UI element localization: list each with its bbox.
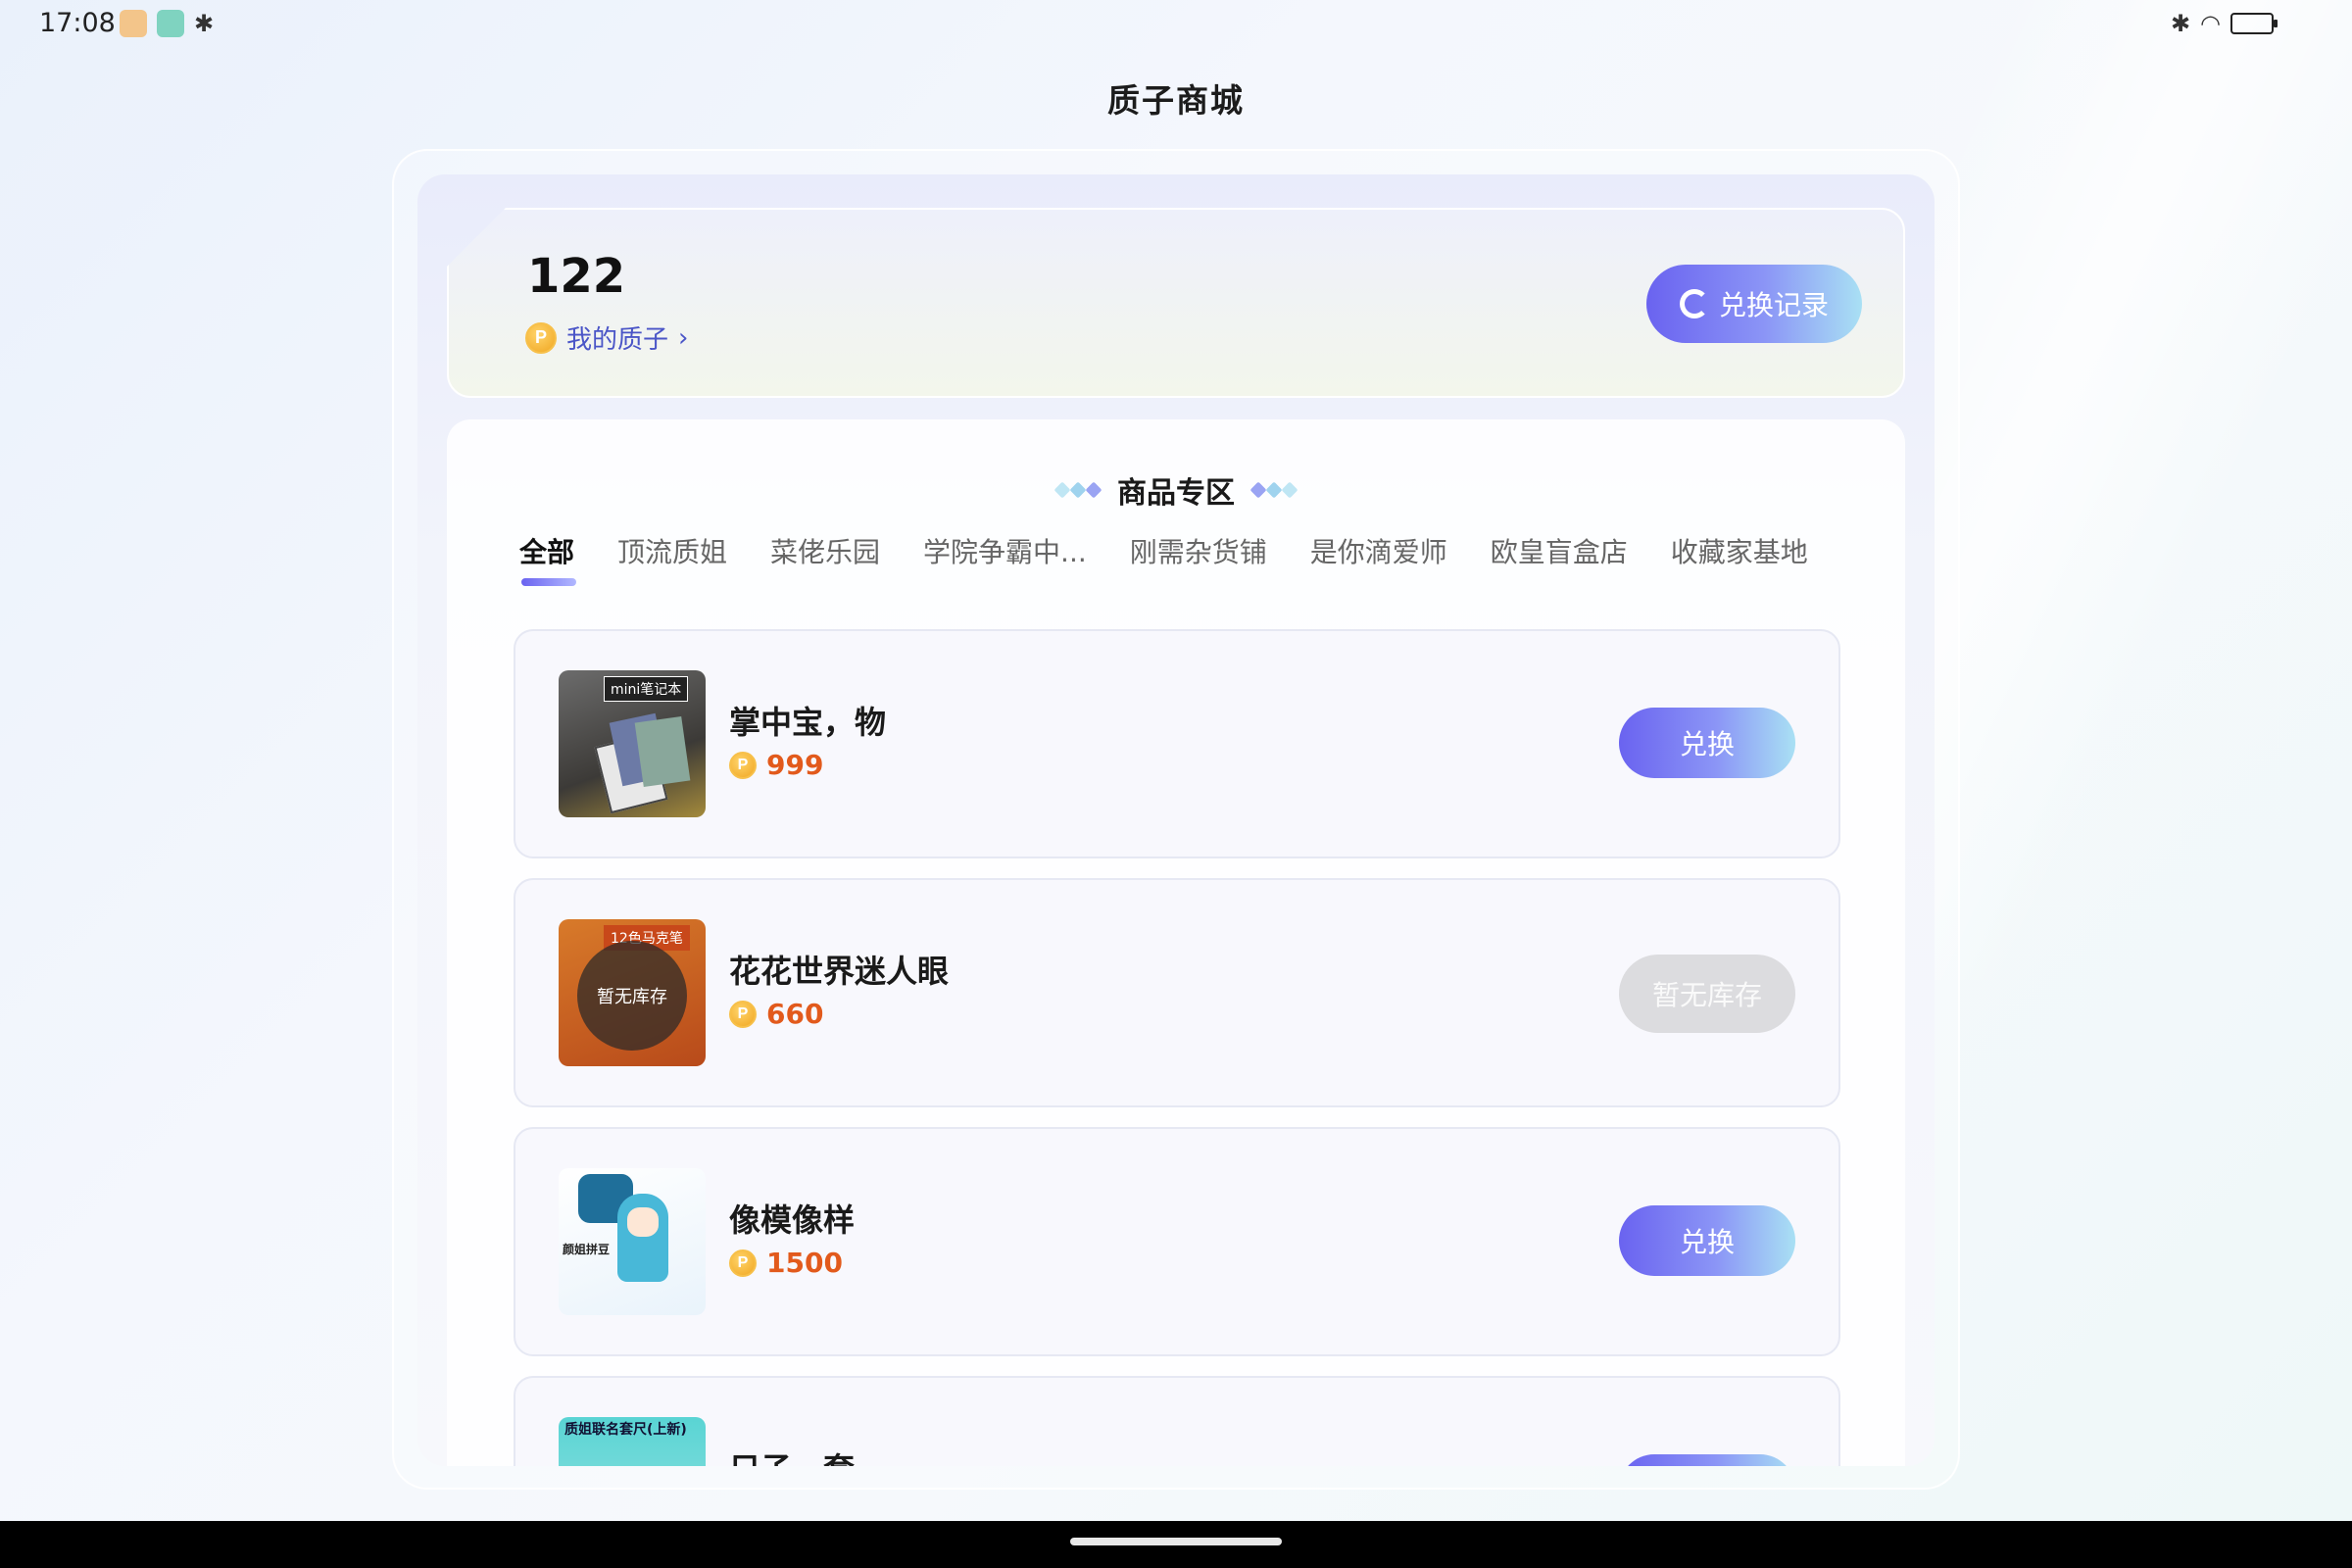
product-name: 掌中宝，物	[729, 704, 887, 741]
bluetooth-icon: ✱	[194, 10, 215, 37]
balance-value: 122	[527, 249, 626, 304]
notification-icons: ✱	[120, 10, 214, 37]
redeem-button[interactable]: 兑换	[1619, 1454, 1795, 1466]
product-card: 质姐联名套尺(上新) 只子，套 兑换	[514, 1376, 1840, 1466]
product-name: 花花世界迷人眼	[729, 953, 950, 990]
exchange-history-label: 兑换记录	[1718, 289, 1829, 321]
tab-all[interactable]: 全部	[519, 531, 576, 586]
product-name: 只子，套	[729, 1445, 855, 1466]
goods-panel: 商品专区 全部 顶流质姐 菜佬乐园 学院争霸中... 刚需杂货铺 是你滴爱师 欧…	[447, 419, 1905, 1466]
price-value: 1500	[766, 1247, 843, 1279]
tab-top-sister[interactable]: 顶流质姐	[617, 531, 727, 570]
chevron-right-icon: ›	[678, 322, 689, 353]
app-notification-icon	[157, 10, 184, 37]
product-card: 颜姐拼豆 像模像样 P 1500 兑换	[514, 1127, 1840, 1356]
app-notification-icon	[120, 10, 147, 37]
product-image: 颜姐拼豆	[559, 1168, 706, 1315]
price-value: 999	[766, 749, 824, 781]
wifi-icon: ◠	[2200, 10, 2221, 37]
product-price: P 999	[729, 749, 823, 781]
product-image: 12色马克笔 暂无库存	[559, 919, 706, 1066]
tab-collector-base[interactable]: 收藏家基地	[1671, 531, 1808, 570]
status-bar: 17:08 ✱ ✱ ◠	[0, 0, 2352, 49]
tab-blind-box[interactable]: 欧皇盲盒店	[1491, 531, 1628, 570]
status-time: 17:08	[39, 8, 116, 38]
home-gesture-handle[interactable]	[1070, 1538, 1282, 1545]
coin-icon: P	[729, 1249, 757, 1277]
product-image: 质姐联名套尺(上新)	[559, 1417, 706, 1466]
product-image: mini笔记本	[559, 670, 706, 817]
page-title: 质子商城	[1107, 81, 1245, 120]
exchange-history-button[interactable]: 兑换记录	[1646, 265, 1862, 343]
diamond-decoration-icon	[1250, 481, 1298, 499]
price-value: 660	[766, 998, 824, 1030]
active-tab-indicator	[521, 578, 576, 586]
product-card: mini笔记本 掌中宝，物 P 999 兑换	[514, 629, 1840, 858]
product-name: 像模像样	[729, 1201, 856, 1239]
section-header: 商品专区	[447, 468, 1905, 512]
diamond-decoration-icon	[1054, 481, 1102, 499]
tab-beloved-teacher[interactable]: 是你滴爱师	[1310, 531, 1447, 570]
system-icons: ✱ ◠	[2170, 10, 2278, 37]
bluetooth-icon: ✱	[2170, 10, 2191, 37]
coin-icon: P	[729, 751, 757, 779]
category-tabs: 全部 顶流质姐 菜佬乐园 学院争霸中... 刚需杂货铺 是你滴爱师 欧皇盲盒店 …	[519, 531, 1851, 586]
tab-college-battle[interactable]: 学院争霸中...	[923, 531, 1087, 570]
tab-noob-park[interactable]: 菜佬乐园	[770, 531, 880, 570]
coin-icon: P	[729, 1000, 757, 1028]
battery-icon	[2230, 13, 2278, 34]
refresh-icon	[1679, 289, 1709, 318]
section-title: 商品专区	[1117, 476, 1235, 511]
product-price: P 1500	[729, 1247, 843, 1279]
out-of-stock-overlay: 暂无库存	[577, 941, 687, 1051]
my-quark-label: 我的质子	[566, 325, 669, 355]
tab-essentials-shop[interactable]: 刚需杂货铺	[1130, 531, 1267, 570]
redeem-button[interactable]: 兑换	[1619, 1205, 1795, 1276]
out-of-stock-button: 暂无库存	[1619, 955, 1795, 1033]
coin-icon: P	[525, 321, 557, 354]
content-container: 122 P 我的质子 › 兑换记录 商品专区 全部 顶流质姐 菜佬乐园 学院争霸…	[417, 174, 1935, 1466]
product-card: 12色马克笔 暂无库存 花花世界迷人眼 P 660 暂无库存	[514, 878, 1840, 1107]
balance-card: 122 P 我的质子 › 兑换记录	[447, 208, 1905, 398]
product-price: P 660	[729, 998, 823, 1030]
my-quark-link[interactable]: P 我的质子 ›	[525, 319, 688, 356]
redeem-button[interactable]: 兑换	[1619, 708, 1795, 778]
